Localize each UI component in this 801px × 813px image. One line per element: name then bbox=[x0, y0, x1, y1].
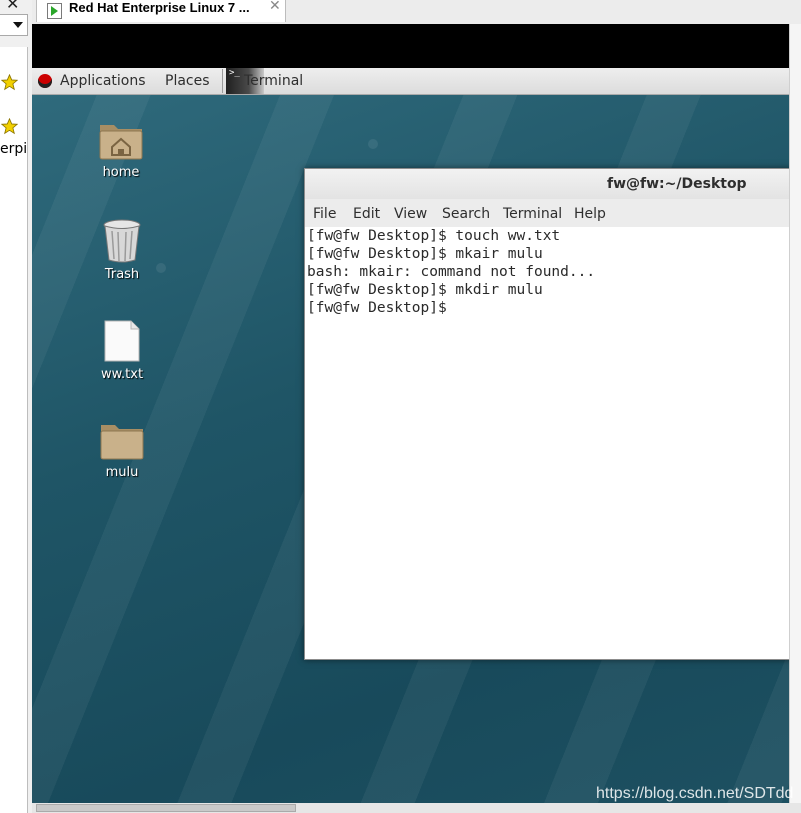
vm-toolbar-area bbox=[32, 24, 789, 68]
taskbar-terminal-label: Terminal bbox=[244, 73, 304, 89]
menu-terminal[interactable]: Terminal bbox=[503, 206, 562, 222]
desktop-icon-label: ww.txt bbox=[100, 367, 144, 382]
menu-view[interactable]: View bbox=[394, 206, 427, 222]
star-icon[interactable] bbox=[1, 118, 18, 135]
applications-menu[interactable]: Applications bbox=[60, 73, 146, 89]
host-side-panel: ✕ erpi bbox=[0, 0, 33, 813]
scrollbar-thumb[interactable] bbox=[36, 804, 296, 812]
terminal-line: [fw@fw Desktop]$ touch ww.txt bbox=[307, 228, 561, 244]
vm-running-icon bbox=[47, 3, 62, 19]
terminal-prompt: [fw@fw Desktop]$ bbox=[307, 300, 447, 316]
terminal-window[interactable]: fw@fw:~/Desktop File Edit View Search Te… bbox=[304, 168, 789, 660]
desktop-icon-label: Trash bbox=[104, 267, 140, 282]
library-item-label[interactable]: erpi bbox=[0, 141, 27, 157]
desktop[interactable]: home Trash ww.txt mulu fw@fw:~/Desktop F… bbox=[32, 95, 789, 803]
home-folder-icon bbox=[99, 125, 143, 160]
host-horizontal-scrollbar[interactable] bbox=[32, 803, 801, 813]
chevron-down-icon bbox=[13, 22, 23, 28]
desktop-icon-home[interactable]: home bbox=[81, 119, 161, 180]
star-icon[interactable] bbox=[1, 74, 18, 91]
terminal-line: [fw@fw Desktop]$ mkdir mulu bbox=[307, 282, 543, 298]
folder-icon bbox=[100, 425, 144, 460]
menu-file[interactable]: File bbox=[313, 206, 336, 222]
desktop-icon-label: home bbox=[102, 165, 140, 180]
host-tab-bar: Red Hat Enterprise Linux 7 ... ✕ bbox=[32, 0, 801, 24]
terminal-line: bash: mkair: command not found... bbox=[307, 264, 596, 280]
text-file-icon bbox=[104, 320, 140, 362]
menu-search[interactable]: Search bbox=[442, 206, 490, 222]
host-right-edge bbox=[789, 24, 801, 813]
places-menu[interactable]: Places bbox=[165, 73, 210, 89]
vm-tab[interactable]: Red Hat Enterprise Linux 7 ... ✕ bbox=[36, 0, 286, 22]
terminal-line: [fw@fw Desktop]$ mkair mulu bbox=[307, 246, 543, 262]
desktop-icon-ww-txt[interactable]: ww.txt bbox=[82, 319, 162, 382]
menu-help[interactable]: Help bbox=[574, 206, 606, 222]
taskbar-terminal-button[interactable]: >_ Terminal bbox=[226, 68, 306, 94]
panel-separator bbox=[222, 69, 223, 93]
vm-tab-title: Red Hat Enterprise Linux 7 ... bbox=[69, 0, 250, 15]
wallpaper-sparkle bbox=[368, 139, 378, 149]
menu-edit[interactable]: Edit bbox=[353, 206, 380, 222]
gnome-top-panel: Applications Places >_ Terminal bbox=[32, 68, 789, 95]
desktop-icon-label: mulu bbox=[105, 465, 139, 480]
desktop-icon-mulu[interactable]: mulu bbox=[82, 419, 162, 480]
terminal-titlebar[interactable]: fw@fw:~/Desktop bbox=[305, 169, 789, 200]
terminal-output[interactable]: [fw@fw Desktop]$ touch ww.txt [fw@fw Des… bbox=[305, 227, 789, 659]
desktop-icon-trash[interactable]: Trash bbox=[82, 219, 162, 282]
trash-icon bbox=[103, 219, 141, 263]
close-icon[interactable]: ✕ bbox=[6, 0, 19, 13]
terminal-title: fw@fw:~/Desktop bbox=[607, 176, 747, 192]
terminal-menubar: File Edit View Search Terminal Help bbox=[305, 199, 789, 227]
library-list: erpi bbox=[0, 47, 28, 813]
redhat-logo-icon bbox=[38, 74, 52, 88]
watermark: https://blog.csdn.net/SDTdd bbox=[596, 785, 794, 802]
library-dropdown[interactable] bbox=[0, 14, 28, 36]
tab-close-icon[interactable]: ✕ bbox=[269, 0, 281, 14]
